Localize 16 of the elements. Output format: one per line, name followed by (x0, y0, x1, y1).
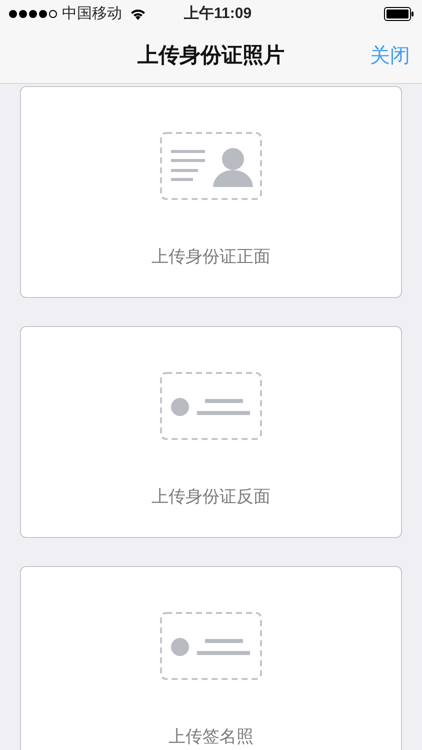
battery-icon (384, 7, 414, 21)
signal-icon (8, 9, 58, 19)
upload-card[interactable]: 上传签名照 (20, 566, 402, 750)
upload-label: 上传身份证反面 (152, 486, 270, 508)
wifi-icon (130, 8, 146, 20)
upload-label: 上传签名照 (168, 726, 254, 748)
upload-label: 上传身份证正面 (152, 246, 270, 268)
page-title: 上传身份证照片 (138, 42, 284, 69)
carrier-name: 中国移动 (62, 4, 122, 24)
upload-card[interactable]: 上传身份证正面 (20, 86, 402, 298)
emblem-card-icon (160, 612, 262, 680)
close-button[interactable]: 关闭 (370, 40, 410, 70)
emblem-card-icon (160, 372, 262, 440)
upload-card[interactable]: 上传身份证反面 (20, 326, 402, 538)
id-card-icon (160, 132, 262, 200)
clock-time: 上午11:09 (184, 4, 252, 24)
